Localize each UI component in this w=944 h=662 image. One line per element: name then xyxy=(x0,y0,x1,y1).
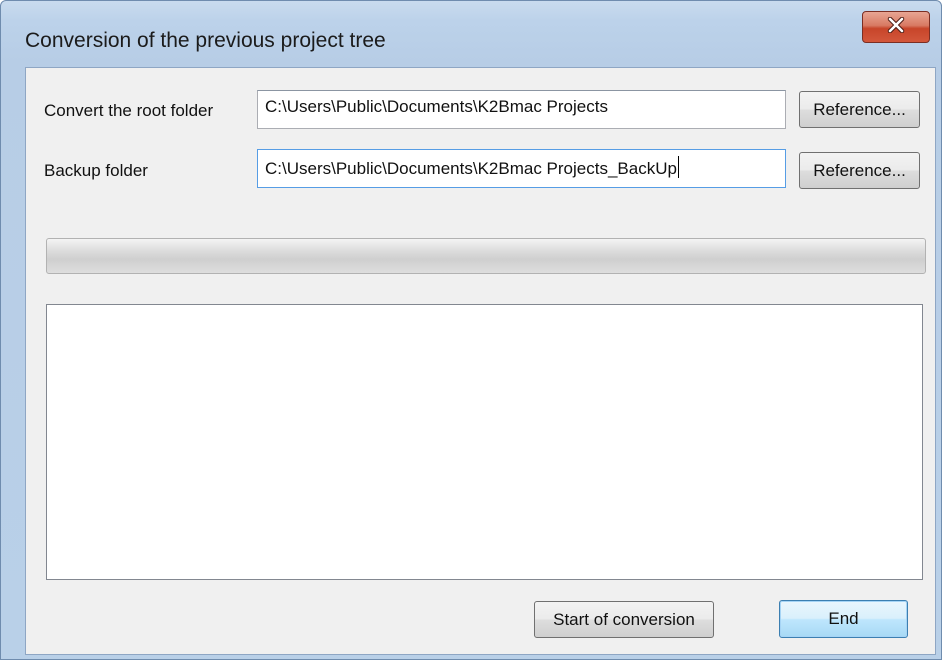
window-title: Conversion of the previous project tree xyxy=(25,29,386,52)
root-folder-value: C:\Users\Public\Documents\K2Bmac Project… xyxy=(265,97,608,116)
text-caret xyxy=(677,156,679,178)
end-button[interactable]: End xyxy=(779,600,908,638)
root-reference-button[interactable]: Reference... xyxy=(799,91,920,128)
backup-folder-value: C:\Users\Public\Documents\K2Bmac Project… xyxy=(265,159,677,178)
start-conversion-button[interactable]: Start of conversion xyxy=(534,601,714,638)
root-folder-label: Convert the root folder xyxy=(44,101,214,120)
dialog-window: Conversion of the previous project tree … xyxy=(0,0,942,660)
close-button[interactable] xyxy=(862,11,930,43)
dialog-content: Convert the root folder C:\Users\Public\… xyxy=(25,67,936,655)
conversion-log-area[interactable] xyxy=(46,304,923,580)
close-icon xyxy=(886,16,906,38)
backup-folder-input[interactable]: C:\Users\Public\Documents\K2Bmac Project… xyxy=(257,149,786,188)
conversion-progress-bar xyxy=(46,238,926,274)
backup-reference-button[interactable]: Reference... xyxy=(799,152,920,189)
backup-folder-label: Backup folder xyxy=(44,161,148,180)
root-folder-input[interactable]: C:\Users\Public\Documents\K2Bmac Project… xyxy=(257,90,786,129)
